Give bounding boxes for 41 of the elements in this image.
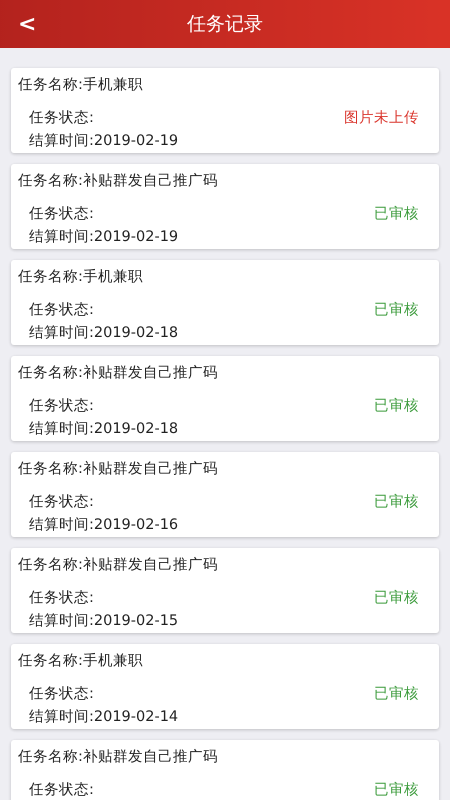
task-name: 任务名称:补贴群发自己推广码 xyxy=(18,364,219,382)
task-name: 任务名称:补贴群发自己推广码 xyxy=(18,748,219,766)
record-card[interactable]: 任务名称:补贴群发自己推广码 任务状态: 已审核 结算时间:2019-02-18 xyxy=(11,356,439,441)
task-name: 任务名称:手机兼职 xyxy=(18,268,144,286)
back-button[interactable]: < xyxy=(12,8,42,41)
task-name: 任务名称:补贴群发自己推广码 xyxy=(18,172,219,190)
settlement-time: 结算时间:2019-02-14 xyxy=(28,708,180,726)
task-name: 任务名称:补贴群发自己推广码 xyxy=(18,460,219,478)
record-card[interactable]: 任务名称:补贴群发自己推广码 任务状态: 已审核 结算时间:2019-02-15 xyxy=(11,548,439,633)
status-text: 图片未上传 xyxy=(344,109,419,127)
record-card[interactable]: 任务名称:补贴群发自己推广码 任务状态: 已审核 结算时间:2019-02-19 xyxy=(11,164,439,249)
status-text: 已审核 xyxy=(374,205,419,223)
status-text: 已审核 xyxy=(374,301,419,319)
status-text: 已审核 xyxy=(374,781,419,799)
status-label: 任务状态: xyxy=(29,493,94,511)
status-label: 任务状态: xyxy=(29,397,94,415)
settlement-time: 结算时间:2019-02-15 xyxy=(28,612,180,630)
status-text: 已审核 xyxy=(374,685,419,703)
status-label: 任务状态: xyxy=(29,205,94,223)
page-title: 任务记录 xyxy=(187,12,263,37)
status-label: 任务状态: xyxy=(29,781,94,799)
status-text: 已审核 xyxy=(374,397,419,415)
record-card[interactable]: 任务名称:补贴群发自己推广码 任务状态: 已审核 xyxy=(11,740,439,800)
settlement-time: 结算时间:2019-02-19 xyxy=(28,132,180,150)
status-text: 已审核 xyxy=(374,589,419,607)
status-label: 任务状态: xyxy=(29,109,94,127)
settlement-time: 结算时间:2019-02-18 xyxy=(28,420,180,438)
settlement-time: 结算时间:2019-02-16 xyxy=(28,516,180,534)
status-label: 任务状态: xyxy=(29,685,94,703)
task-name: 任务名称:手机兼职 xyxy=(18,652,144,670)
status-label: 任务状态: xyxy=(29,589,94,607)
settlement-time: 结算时间:2019-02-19 xyxy=(28,228,180,246)
status-text: 已审核 xyxy=(374,493,419,511)
record-card[interactable]: 任务名称:手机兼职 任务状态: 已审核 结算时间:2019-02-18 xyxy=(11,260,439,345)
record-card[interactable]: 任务名称:手机兼职 任务状态: 已审核 结算时间:2019-02-14 xyxy=(11,644,439,729)
settlement-time: 结算时间:2019-02-18 xyxy=(28,324,180,342)
status-label: 任务状态: xyxy=(29,301,94,319)
task-name: 任务名称:手机兼职 xyxy=(18,76,144,94)
record-card[interactable]: 任务名称:补贴群发自己推广码 任务状态: 已审核 结算时间:2019-02-16 xyxy=(11,452,439,537)
task-name: 任务名称:补贴群发自己推广码 xyxy=(18,556,219,574)
record-card[interactable]: 任务名称:手机兼职 任务状态: 图片未上传 结算时间:2019-02-19 xyxy=(11,68,439,153)
